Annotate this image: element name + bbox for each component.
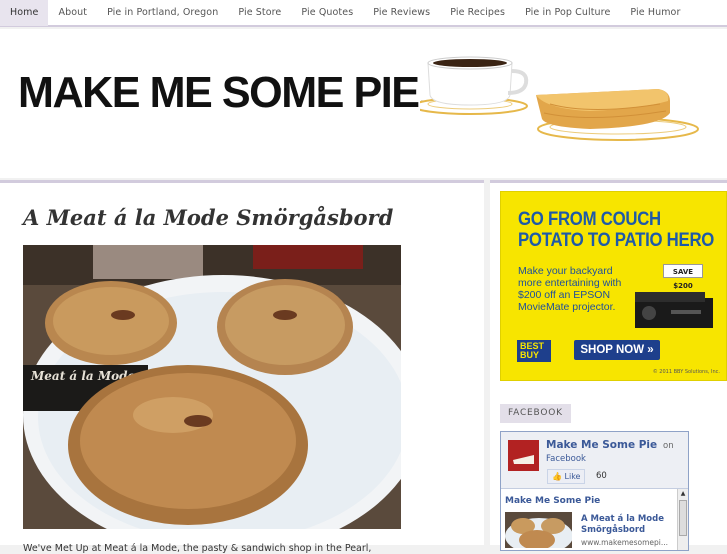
facebook-on-text: on Facebook [546, 441, 674, 464]
like-button[interactable]: 👍 Like [547, 469, 586, 484]
site-header: MAKE ME SOME PIE. [0, 29, 727, 178]
thumbs-up-icon: 👍 [552, 472, 562, 481]
facebook-feed-name[interactable]: Make Me Some Pie [505, 496, 600, 506]
nav-pie-quotes[interactable]: Pie Quotes [291, 0, 363, 26]
ad-legal-text: © 2011 BBY Solutions, Inc. [652, 369, 720, 375]
site-title[interactable]: MAKE ME SOME PIE. [18, 71, 431, 115]
nav-pie-in-pop-culture[interactable]: Pie in Pop Culture [515, 0, 620, 26]
post-photo: Meat á la Mode [23, 245, 401, 529]
post-thumbnail[interactable] [505, 512, 572, 548]
facebook-post-url[interactable]: www.makemesomepi... [581, 538, 668, 547]
ad-save-badge: SAVE $200 [663, 264, 703, 290]
nav-pie-humor[interactable]: Pie Humor [620, 0, 690, 26]
feed-scrollbar[interactable]: ▲ [677, 489, 688, 550]
scrollbar-thumb[interactable] [679, 500, 687, 536]
nav-pie-in-portland[interactable]: Pie in Portland, Oregon [97, 0, 228, 26]
best-buy-logo: BEST BUY [517, 340, 551, 362]
page-avatar[interactable] [508, 440, 539, 471]
nav-about[interactable]: About [48, 0, 97, 26]
nav-home[interactable]: Home [0, 0, 49, 26]
facebook-widget: Make Me Some Pie on Facebook 👍 Like 60 M… [500, 431, 689, 551]
facebook-section-title: FACEBOOK [500, 404, 571, 423]
main-nav: Home About Pie in Portland, Oregon Pie S… [0, 0, 727, 27]
facebook-post-title[interactable]: A Meat á la Mode Smörgåsbord [581, 514, 664, 536]
nav-pie-recipes[interactable]: Pie Recipes [440, 0, 515, 26]
nav-pie-reviews[interactable]: Pie Reviews [363, 0, 440, 26]
facebook-header: Make Me Some Pie on Facebook 👍 Like 60 [501, 432, 688, 489]
post-title[interactable]: A Meat á la Mode Smörgåsbord [23, 205, 393, 230]
ad-body: Make your backyard more entertaining wit… [518, 265, 622, 313]
coffee-and-pie-illustration [420, 56, 699, 141]
nav-pie-store[interactable]: Pie Store [228, 0, 291, 26]
like-count: 60 [596, 471, 607, 481]
facebook-link[interactable]: Facebook [546, 454, 586, 464]
best-buy-ad[interactable]: GO FROM COUCH POTATO TO PATIO HERO Make … [500, 191, 727, 381]
ad-headline: GO FROM COUCH POTATO TO PATIO HERO [518, 208, 715, 251]
shop-now-button[interactable]: SHOP NOW » [574, 340, 660, 360]
main-content: A Meat á la Mode Smörgåsbord Meat á la M… [0, 180, 484, 554]
facebook-page-link[interactable]: Make Me Some Pie [546, 439, 657, 451]
scroll-up-icon[interactable]: ▲ [678, 489, 688, 499]
projector-icon [635, 292, 713, 328]
sidebar: GO FROM COUCH POTATO TO PATIO HERO Make … [490, 180, 727, 551]
